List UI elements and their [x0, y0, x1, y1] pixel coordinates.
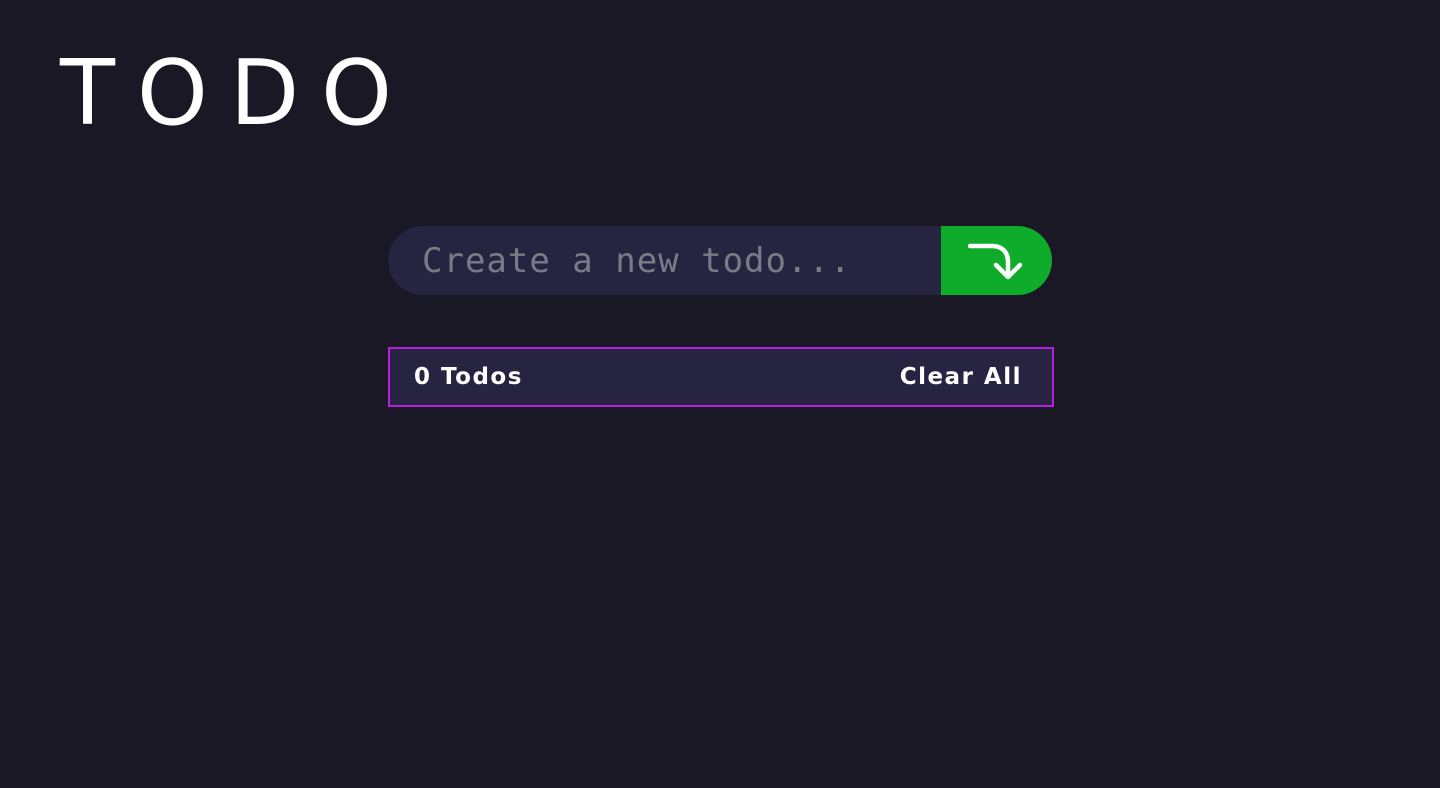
new-todo-input[interactable]	[388, 226, 941, 295]
todo-status-bar: 0 Todos Clear All	[388, 347, 1054, 407]
clear-all-button[interactable]: Clear All	[900, 364, 1022, 390]
new-todo-form	[388, 226, 1052, 295]
arrow-turn-down-right-icon	[967, 242, 1026, 280]
add-todo-button[interactable]	[941, 226, 1052, 295]
todo-count: 0 Todos	[414, 364, 523, 390]
app-title: TODO	[60, 41, 414, 146]
todo-app: TODO 0 Todos Clear All	[0, 0, 1440, 788]
